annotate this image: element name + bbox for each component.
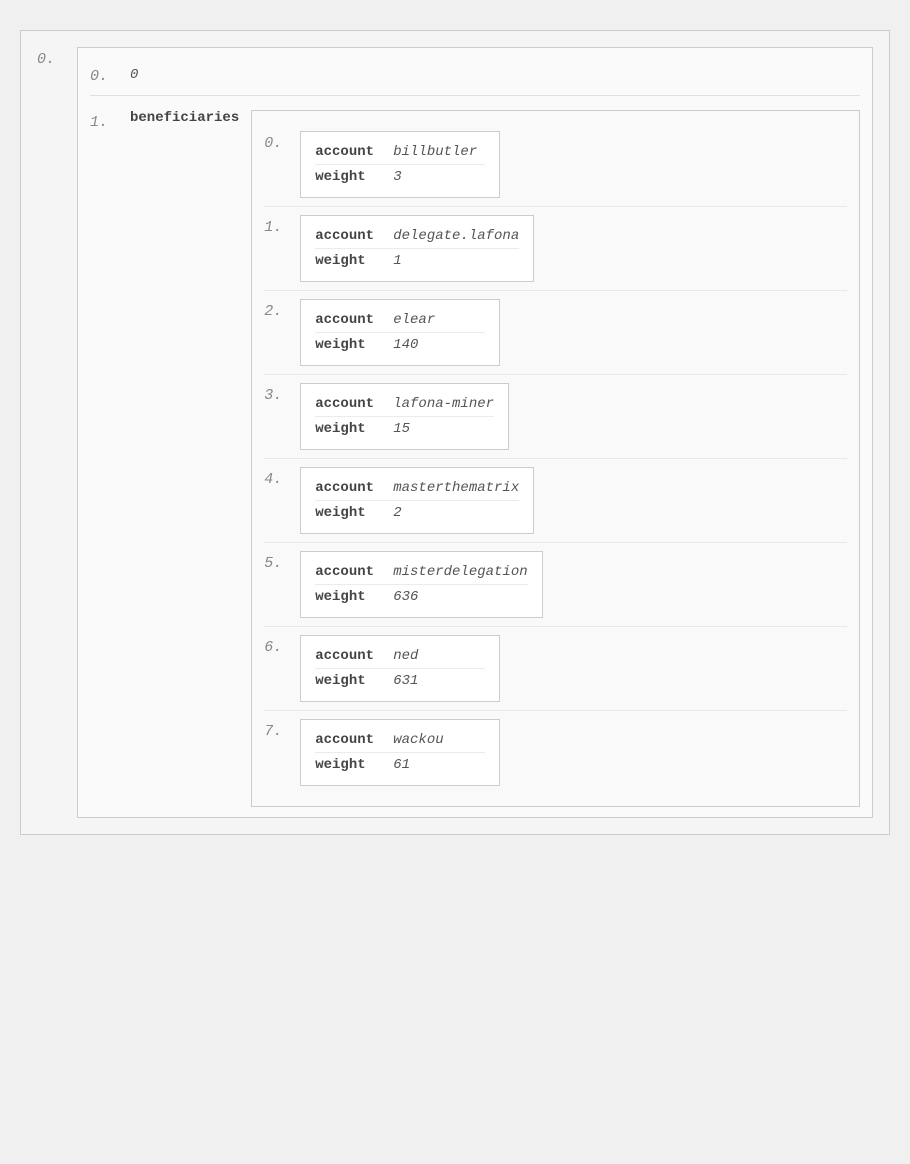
outer-container: 0. 0. 0 1. beneficiaries 0. account bill… [20,30,890,835]
weight-key-3: weight [315,421,385,437]
bene-account-field-2: account elear [315,308,485,332]
bene-card-1: account delegate.lafona weight 1 [300,215,534,282]
bene-index-3: 3. [264,383,300,404]
row0-value: 0 [130,67,138,83]
account-value-2: elear [393,312,435,328]
row0-index: 0. [90,64,130,85]
level-0-row: 0. 0. 0 1. beneficiaries 0. account bill… [37,47,873,818]
bene-account-field-3: account lafona-miner [315,392,494,416]
weight-value-3: 15 [393,421,410,437]
bene-card-7: account wackou weight 61 [300,719,500,786]
bene-index-4: 4. [264,467,300,488]
bene-index-6: 6. [264,635,300,656]
account-value-6: ned [393,648,418,664]
account-key-0: account [315,144,385,160]
weight-key-5: weight [315,589,385,605]
bene-weight-field-6: weight 631 [315,668,485,693]
weight-value-4: 2 [393,505,401,521]
weight-value-5: 636 [393,589,418,605]
account-value-3: lafona-miner [393,396,494,412]
bene-account-field-4: account masterthematrix [315,476,519,500]
beneficiary-row: 1. account delegate.lafona weight 1 [264,207,847,291]
account-key-1: account [315,228,385,244]
beneficiary-row: 6. account ned weight 631 [264,627,847,711]
bene-weight-field-0: weight 3 [315,164,485,189]
row-1: 1. beneficiaries 0. account billbutler w… [90,96,860,807]
level0-content: 0. 0 1. beneficiaries 0. account billbut… [77,47,873,818]
account-key-5: account [315,564,385,580]
weight-key-1: weight [315,253,385,269]
bene-index-1: 1. [264,215,300,236]
account-value-1: delegate.lafona [393,228,519,244]
bene-card-2: account elear weight 140 [300,299,500,366]
bene-index-2: 2. [264,299,300,320]
row1-index: 1. [90,110,130,131]
account-value-4: masterthematrix [393,480,519,496]
bene-card-4: account masterthematrix weight 2 [300,467,534,534]
beneficiaries-grid: 0. account billbutler weight 3 1. accoun… [264,123,847,794]
weight-value-1: 1 [393,253,401,269]
bene-account-field-5: account misterdelegation [315,560,527,584]
bene-account-field-1: account delegate.lafona [315,224,519,248]
weight-value-0: 3 [393,169,401,185]
beneficiaries-key: beneficiaries [130,110,239,126]
weight-key-7: weight [315,757,385,773]
beneficiary-row: 2. account elear weight 140 [264,291,847,375]
bene-account-field-7: account wackou [315,728,485,752]
account-key-3: account [315,396,385,412]
beneficiary-row: 7. account wackou weight 61 [264,711,847,794]
bene-weight-field-7: weight 61 [315,752,485,777]
bene-weight-field-1: weight 1 [315,248,519,273]
row-0: 0. 0 [90,58,860,96]
bene-card-3: account lafona-miner weight 15 [300,383,509,450]
weight-key-2: weight [315,337,385,353]
bene-index-7: 7. [264,719,300,740]
bene-weight-field-3: weight 15 [315,416,494,441]
beneficiary-row: 3. account lafona-miner weight 15 [264,375,847,459]
bene-card-5: account misterdelegation weight 636 [300,551,542,618]
account-value-7: wackou [393,732,443,748]
account-key-4: account [315,480,385,496]
bene-account-field-0: account billbutler [315,140,485,164]
weight-value-2: 140 [393,337,418,353]
bene-weight-field-2: weight 140 [315,332,485,357]
beneficiaries-container: 0. account billbutler weight 3 1. accoun… [251,110,860,807]
beneficiary-row: 5. account misterdelegation weight 636 [264,543,847,627]
weight-key-0: weight [315,169,385,185]
bene-card-0: account billbutler weight 3 [300,131,500,198]
bene-index-5: 5. [264,551,300,572]
account-value-0: billbutler [393,144,477,160]
level0-index: 0. [37,47,77,68]
bene-weight-field-4: weight 2 [315,500,519,525]
beneficiary-row: 4. account masterthematrix weight 2 [264,459,847,543]
weight-key-4: weight [315,505,385,521]
weight-value-7: 61 [393,757,410,773]
weight-key-6: weight [315,673,385,689]
bene-card-6: account ned weight 631 [300,635,500,702]
beneficiary-row: 0. account billbutler weight 3 [264,123,847,207]
bene-weight-field-5: weight 636 [315,584,527,609]
account-key-6: account [315,648,385,664]
account-value-5: misterdelegation [393,564,527,580]
account-key-2: account [315,312,385,328]
bene-index-0: 0. [264,131,300,152]
account-key-7: account [315,732,385,748]
bene-account-field-6: account ned [315,644,485,668]
weight-value-6: 631 [393,673,418,689]
